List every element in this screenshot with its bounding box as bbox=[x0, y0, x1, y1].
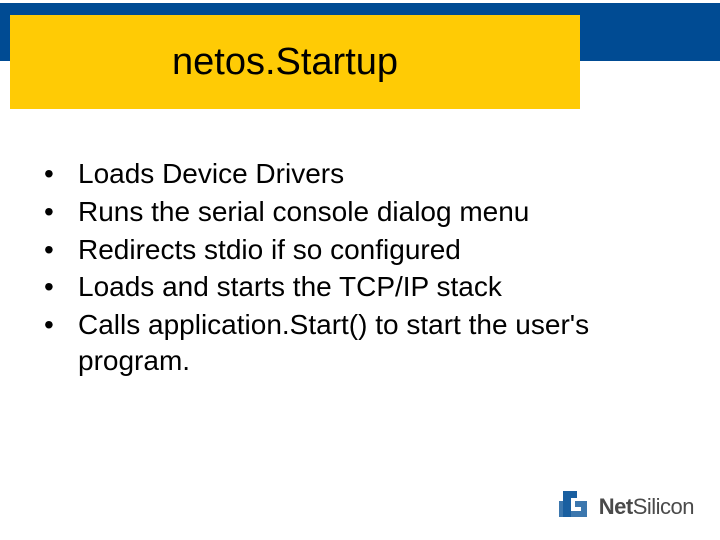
bullet-item: Redirects stdio if so configured bbox=[36, 232, 676, 268]
logo-text-net: Net bbox=[599, 494, 633, 519]
title-box: netos.Startup bbox=[10, 15, 580, 109]
footer-logo: NetSilicon bbox=[559, 489, 694, 524]
content-layer: netos.Startup Loads Device Drivers Runs … bbox=[0, 0, 720, 540]
slide-title: netos.Startup bbox=[172, 41, 398, 84]
netsilicon-logo-icon bbox=[559, 489, 593, 524]
bullet-item: Runs the serial console dialog menu bbox=[36, 194, 676, 230]
bullet-item: Loads Device Drivers bbox=[36, 156, 676, 192]
bullet-item: Loads and starts the TCP/IP stack bbox=[36, 269, 676, 305]
footer-logo-text: NetSilicon bbox=[599, 494, 694, 520]
logo-text-silicon: Silicon bbox=[633, 494, 694, 519]
bullet-list: Loads Device Drivers Runs the serial con… bbox=[36, 156, 676, 381]
bullet-item: Calls application.Start() to start the u… bbox=[36, 307, 676, 379]
slide: netos.Startup Loads Device Drivers Runs … bbox=[0, 0, 720, 540]
